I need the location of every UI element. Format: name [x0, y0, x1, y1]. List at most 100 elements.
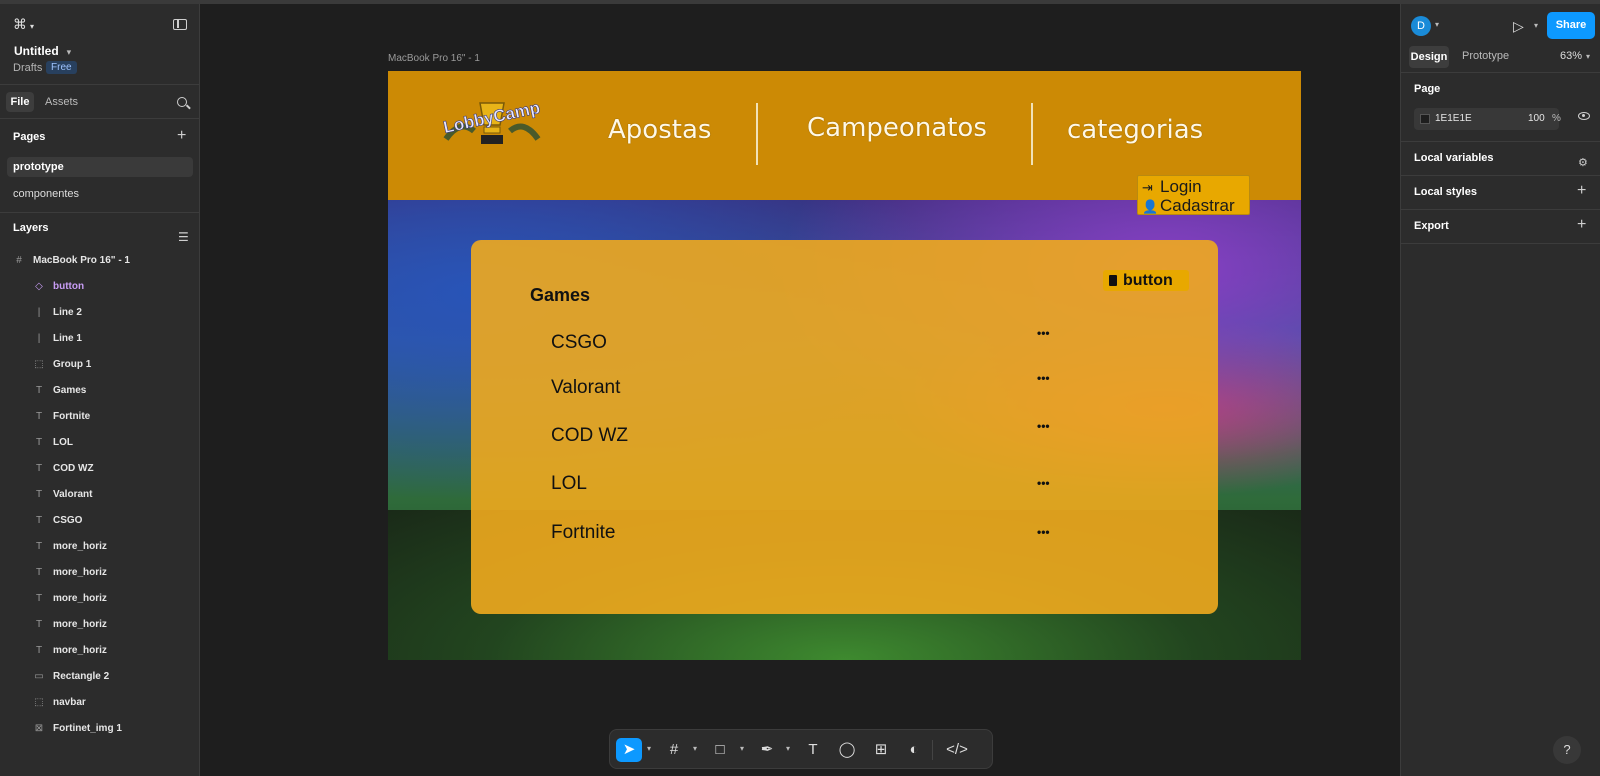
rectangle-icon: ▭ [34, 671, 44, 682]
layer-item[interactable]: # MacBook Pro 16" - 1 [0, 248, 199, 274]
layer-item[interactable]: Tmore_horiz [0, 586, 199, 612]
design-frame[interactable]: Games button CSGO ••• Valorant ••• COD W… [388, 71, 1301, 660]
game-item-csgo[interactable]: CSGO [551, 332, 607, 354]
local-styles-title: Local styles [1414, 186, 1477, 198]
color-swatch[interactable] [1420, 114, 1430, 124]
nav-link-categorias[interactable]: categorias [1067, 115, 1203, 145]
zoom-level[interactable]: 63% [1560, 50, 1582, 62]
text-tool-icon[interactable]: T [800, 738, 826, 762]
login-link[interactable]: ⇥ Login [1142, 177, 1202, 197]
button-label: button [1123, 272, 1173, 289]
game-item-cod-wz[interactable]: COD WZ [551, 425, 628, 447]
layer-item[interactable]: ▭ Rectangle 2 [0, 664, 199, 690]
rectangle-tool-icon[interactable]: □ [707, 738, 733, 762]
layer-item[interactable]: | Line 2 [0, 300, 199, 326]
layer-item[interactable]: T COD WZ [0, 456, 199, 482]
play-icon[interactable]: ▷ [1513, 18, 1524, 35]
avatar[interactable]: D [1411, 16, 1431, 36]
layer-item[interactable]: T Valorant [0, 482, 199, 508]
text-icon: T [35, 437, 43, 448]
hero-background-image[interactable]: Games button CSGO ••• Valorant ••• COD W… [388, 200, 1301, 660]
layer-item[interactable]: T Games [0, 378, 199, 404]
lobbycamp-logo[interactable]: LobbyCamp [440, 89, 544, 149]
search-icon[interactable] [177, 97, 187, 107]
figma-menu-icon[interactable]: ⌘ ▾ [13, 16, 34, 33]
game-item-lol[interactable]: LOL [551, 473, 587, 495]
add-export-icon[interactable]: + [1577, 217, 1586, 233]
local-variables-title[interactable]: Local variables [1414, 152, 1494, 164]
divider [1401, 209, 1600, 210]
more-horiz-icon[interactable]: ••• [1037, 326, 1050, 340]
frame-tool-icon[interactable]: # [661, 738, 687, 762]
layer-item[interactable]: ⊠ Fortinet_img 1 [0, 716, 199, 742]
chevron-down-icon[interactable]: ▾ [1534, 21, 1538, 30]
tab-assets[interactable]: Assets [45, 96, 78, 108]
page-item-componentes[interactable]: componentes [7, 184, 193, 204]
game-item-fortnite[interactable]: Fortnite [551, 522, 615, 544]
layer-item[interactable]: Tmore_horiz [0, 534, 199, 560]
games-card[interactable]: Games button CSGO ••• Valorant ••• COD W… [471, 240, 1218, 614]
layer-item[interactable]: ⬚ navbar [0, 690, 199, 716]
variables-icon[interactable]: ⚙ [1578, 156, 1588, 169]
layer-name: navbar [53, 697, 86, 708]
page-color-field[interactable]: 1E1E1E 100 % [1414, 108, 1561, 130]
layer-item[interactable]: T CSGO [0, 508, 199, 534]
tab-prototype[interactable]: Prototype [1462, 50, 1509, 62]
chevron-down-icon[interactable]: ▾ [647, 744, 651, 753]
chevron-down-icon[interactable]: ▾ [740, 744, 744, 753]
game-item-valorant[interactable]: Valorant [551, 377, 620, 399]
more-horiz-icon[interactable]: ••• [1037, 476, 1050, 490]
add-style-icon[interactable]: + [1577, 183, 1586, 199]
dev-mode-icon[interactable]: </> [944, 738, 970, 762]
layer-item[interactable]: Tmore_horiz [0, 638, 199, 664]
frame-label[interactable]: MacBook Pro 16" - 1 [388, 53, 480, 64]
nav-link-apostas[interactable]: Apostas [608, 115, 711, 145]
eye-icon[interactable] [1578, 112, 1590, 120]
help-button[interactable]: ? [1553, 736, 1581, 764]
text-icon: T [35, 385, 43, 396]
pen-tool-icon[interactable]: ✒ [754, 738, 780, 762]
pages-title: Pages [13, 131, 46, 143]
ai-tool-icon[interactable]: ◐ [901, 738, 927, 762]
layer-item[interactable]: | Line 1 [0, 326, 199, 352]
chevron-down-icon[interactable]: ▾ [1586, 52, 1590, 61]
tab-file[interactable]: File [6, 92, 34, 112]
chevron-down-icon[interactable]: ▾ [786, 744, 790, 753]
tab-design[interactable]: Design [1409, 46, 1449, 68]
right-sidebar: D ▾ ▷ ▾ Share Design Prototype 63% ▾ Pag… [1400, 4, 1600, 776]
layer-item[interactable]: ⬚ Group 1 [0, 352, 199, 378]
auth-dropdown[interactable]: ⇥ Login 👤 Cadastrar [1137, 175, 1250, 215]
actions-tool-icon[interactable]: ⊞ [868, 738, 894, 762]
divider [1401, 72, 1600, 73]
add-page-icon[interactable]: + [177, 128, 186, 144]
text-icon: T [35, 411, 43, 422]
chevron-down-icon[interactable]: ▾ [693, 744, 697, 753]
button-component[interactable]: button [1103, 270, 1189, 291]
layer-item[interactable]: T LOL [0, 430, 199, 456]
more-horiz-icon[interactable]: ••• [1037, 419, 1050, 433]
drafts-label[interactable]: Drafts [13, 62, 42, 74]
page-color-hex[interactable]: 1E1E1E [1435, 113, 1472, 124]
chevron-down-icon[interactable]: ▾ [1435, 20, 1439, 29]
games-title[interactable]: Games [530, 285, 590, 306]
nav-link-campeonatos[interactable]: Campeonatos [807, 113, 987, 143]
file-title[interactable]: Untitled ▾ [14, 44, 71, 58]
more-horiz-icon[interactable]: ••• [1037, 371, 1050, 385]
layers-options-icon[interactable]: ☰ [178, 230, 189, 244]
layer-name: Fortinet_img 1 [53, 723, 122, 734]
comment-tool-icon[interactable]: ◯ [834, 738, 860, 762]
layer-name: more_horiz [53, 619, 107, 630]
register-link[interactable]: 👤 Cadastrar [1142, 196, 1235, 216]
layer-item[interactable]: ◇ button [0, 274, 199, 300]
layer-item[interactable]: T Fortnite [0, 404, 199, 430]
layer-name: more_horiz [53, 541, 107, 552]
more-horiz-icon[interactable]: ••• [1037, 525, 1050, 539]
text-icon: T [35, 619, 43, 630]
move-tool-icon[interactable]: ➤ [616, 738, 642, 762]
share-button[interactable]: Share [1547, 12, 1595, 39]
layer-item[interactable]: Tmore_horiz [0, 612, 199, 638]
page-opacity[interactable]: 100 [1528, 113, 1545, 124]
page-item-prototype[interactable]: prototype [7, 157, 193, 177]
layer-item[interactable]: Tmore_horiz [0, 560, 199, 586]
panel-toggle-icon[interactable] [173, 19, 187, 30]
